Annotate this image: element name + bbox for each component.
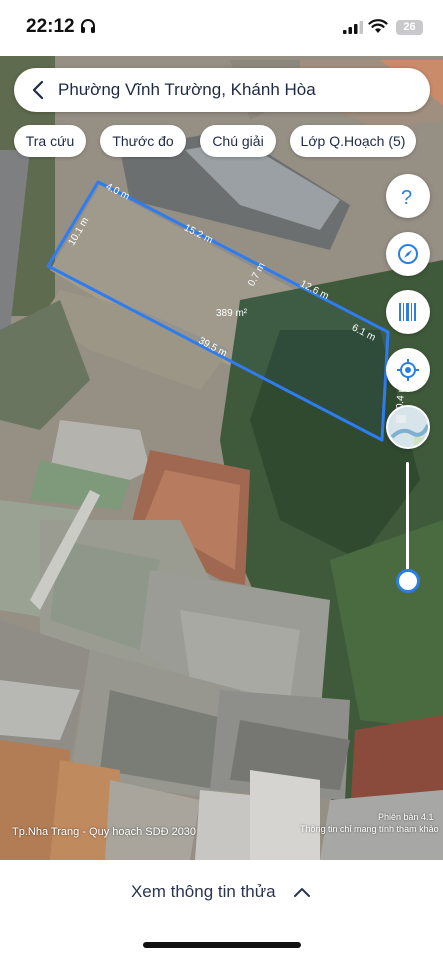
view-parcel-info-button[interactable]: Xem thông tin thửa <box>0 874 443 910</box>
status-time: 22:12 <box>26 16 75 37</box>
chip-measure[interactable]: Thước đo <box>100 125 186 157</box>
plot-area-label: 389 m² <box>216 308 248 319</box>
chip-legend[interactable]: Chú giải <box>200 125 276 157</box>
battery-indicator: 26 <box>396 20 423 35</box>
help-button[interactable]: ? <box>386 174 430 218</box>
search-bar[interactable]: Phường Vĩnh Trường, Khánh Hòa <box>14 68 430 112</box>
view-parcel-info-label: Xem thông tin thửa <box>130 882 276 901</box>
status-bar: 22:12 26 <box>0 0 443 56</box>
compass-icon <box>398 244 418 264</box>
plot-overlay[interactable]: 4.0 m 15.2 m 0.7 m 12.6 m 6.1 m 10.4 m 3… <box>0 56 443 860</box>
home-indicator <box>143 942 301 948</box>
compass-button[interactable] <box>386 232 430 276</box>
barcode-button[interactable] <box>386 290 430 334</box>
headphones-icon <box>81 19 95 33</box>
chip-lookup[interactable]: Tra cứu <box>14 125 86 157</box>
locate-button[interactable] <box>386 348 430 392</box>
back-arrow-icon[interactable] <box>28 79 50 101</box>
chip-planning-layers[interactable]: Lớp Q.Hoạch (5) <box>290 125 416 157</box>
map-version: Phiên bản 4.1 <box>378 812 434 822</box>
satellite-map[interactable]: 4.0 m 15.2 m 0.7 m 12.6 m 6.1 m 10.4 m 3… <box>0 56 443 860</box>
map-caption: Tp.Nha Trang - Quy hoạch SDĐ 2030 <box>12 826 197 838</box>
cell-signal-icon <box>343 21 363 34</box>
help-icon: ? <box>401 187 412 209</box>
chevron-up-icon <box>294 888 311 897</box>
map-disclaimer: Thông tin chỉ mang tính tham khảo <box>300 824 439 834</box>
barcode-icon <box>399 303 416 321</box>
minimap-thumbnail[interactable] <box>386 405 430 449</box>
location-title[interactable]: Phường Vĩnh Trường, Khánh Hòa <box>58 80 316 100</box>
zoom-slider-track[interactable] <box>406 462 409 578</box>
locate-icon <box>397 359 419 381</box>
svg-text:?: ? <box>401 187 412 209</box>
wifi-icon <box>368 19 388 33</box>
zoom-slider-thumb[interactable] <box>396 569 420 593</box>
